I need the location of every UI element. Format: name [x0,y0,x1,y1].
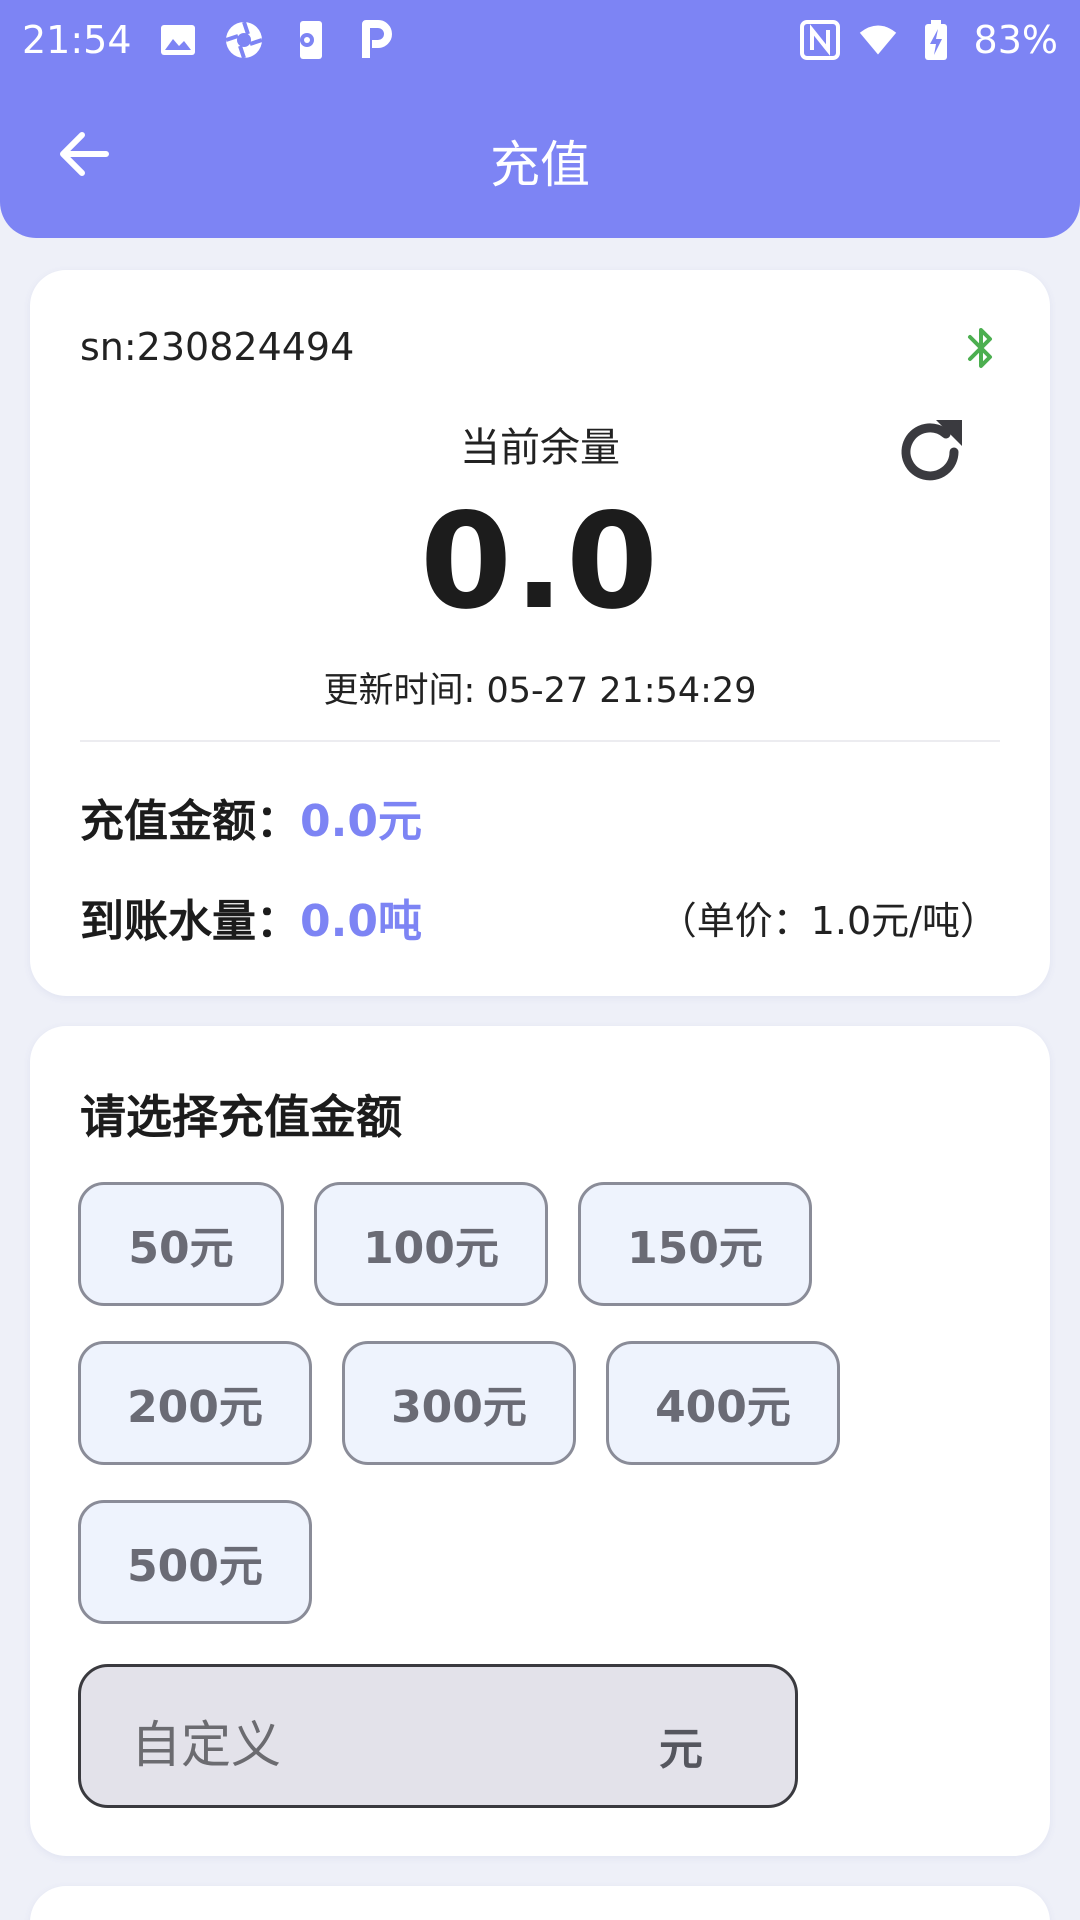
recharge-amount-row: 充值金额：0.0元 [80,785,422,849]
update-time: 更新时间: 05-27 21:54:29 [323,671,757,711]
battery-charging-icon [916,20,956,60]
recharge-amount-value: 0.0元 [300,796,422,847]
next-card [30,1886,1050,1920]
device-sn: sn:230824494 [80,325,355,369]
divider [80,740,1000,742]
bluetooth-icon [964,325,998,371]
refresh-button[interactable] [892,412,970,490]
balance-card: sn:230824494 当前余量 0.0 更新时间: 05-27 21:54:… [30,270,1050,996]
amount-option-150[interactable]: 150元 [578,1182,812,1306]
amount-option-100[interactable]: 100元 [314,1182,548,1306]
wifi-icon [858,20,898,60]
balance-value: 0.0 [420,485,660,639]
unit-price: （单价：1.0元/吨） [658,899,998,943]
aperture-icon [224,20,264,60]
refresh-icon [901,420,962,481]
amount-option-200[interactable]: 200元 [78,1341,312,1465]
custom-amount-placeholder: 自定义 [131,1716,281,1774]
image-icon [158,20,198,60]
nfc-icon [799,20,840,60]
amount-option-500[interactable]: 500元 [78,1500,312,1624]
amount-option-50[interactable]: 50元 [78,1182,284,1306]
water-amount-value: 0.0吨 [300,896,422,947]
p-icon [356,20,396,60]
recharge-amount-label: 充值金额： [80,796,300,847]
custom-amount-unit: 元 [659,1724,703,1775]
status-time: 21:54 [22,18,132,62]
water-amount-row: 到账水量：0.0吨 [80,885,422,949]
battery-percent: 83% [973,18,1058,62]
app-header: 21:54 83% 充值 [0,0,1080,238]
section-title: 请选择充值金额 [80,1090,402,1144]
phone-settings-icon [290,20,330,60]
amount-option-300[interactable]: 300元 [342,1341,576,1465]
page-title: 充值 [490,136,590,194]
status-bar: 21:54 83% [0,0,1080,80]
recharge-options-card: 请选择充值金额 50元 100元 150元 200元 300元 400元 500… [30,1026,1050,1856]
water-amount-label: 到账水量： [80,896,300,947]
amount-option-400[interactable]: 400元 [606,1341,840,1465]
custom-amount-input[interactable]: 自定义 元 [78,1664,798,1808]
